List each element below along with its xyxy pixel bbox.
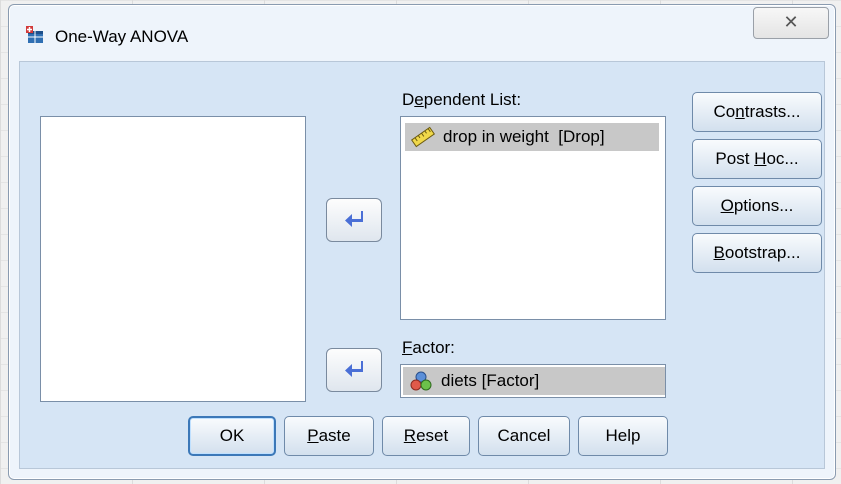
ok-button[interactable]: OK [188,416,276,456]
arrow-left-icon [345,211,363,227]
source-variable-list[interactable] [40,116,306,402]
post-hoc-button[interactable]: Post Hoc... [692,139,822,179]
dependent-list-box[interactable]: drop in weight [Drop] [400,116,666,320]
cancel-button[interactable]: Cancel [478,416,570,456]
move-to-factor-button[interactable] [326,348,382,392]
paste-button[interactable]: Paste [284,416,374,456]
spss-app-icon [25,25,45,45]
dependent-list-item[interactable]: drop in weight [Drop] [405,123,659,151]
arrow-left-icon [345,361,363,377]
move-to-dependent-button[interactable] [326,198,382,242]
nominal-variable-icon [409,370,433,392]
reset-button[interactable]: Reset [382,416,470,456]
close-button[interactable]: ✕ [753,7,829,39]
dialog-client-area: Dependent List: drop in weight [Drop] Fa… [19,61,825,469]
factor-field[interactable]: diets [Factor] [400,364,666,398]
help-button[interactable]: Help [578,416,668,456]
factor-label: Factor: [402,338,455,357]
options-button[interactable]: Options... [692,186,822,226]
contrasts-button[interactable]: Co n trasts... [692,92,822,132]
factor-item[interactable]: diets [Factor] [403,367,665,395]
factor-item-label: diets [Factor] [441,371,540,390]
dependent-item-label: drop in weight [Drop] [443,127,605,146]
bootstrap-button[interactable]: Bootstrap... [692,233,822,273]
title-bar: One-Way ANOVA ✕ [9,5,835,61]
close-icon: ✕ [783,12,799,32]
ruler-scale-icon [411,126,435,148]
window-title: One-Way ANOVA [55,27,189,46]
dependent-list-label: Dependent List: [402,90,522,109]
one-way-anova-dialog: One-Way ANOVA ✕ Dependent List: drop in … [8,4,836,480]
